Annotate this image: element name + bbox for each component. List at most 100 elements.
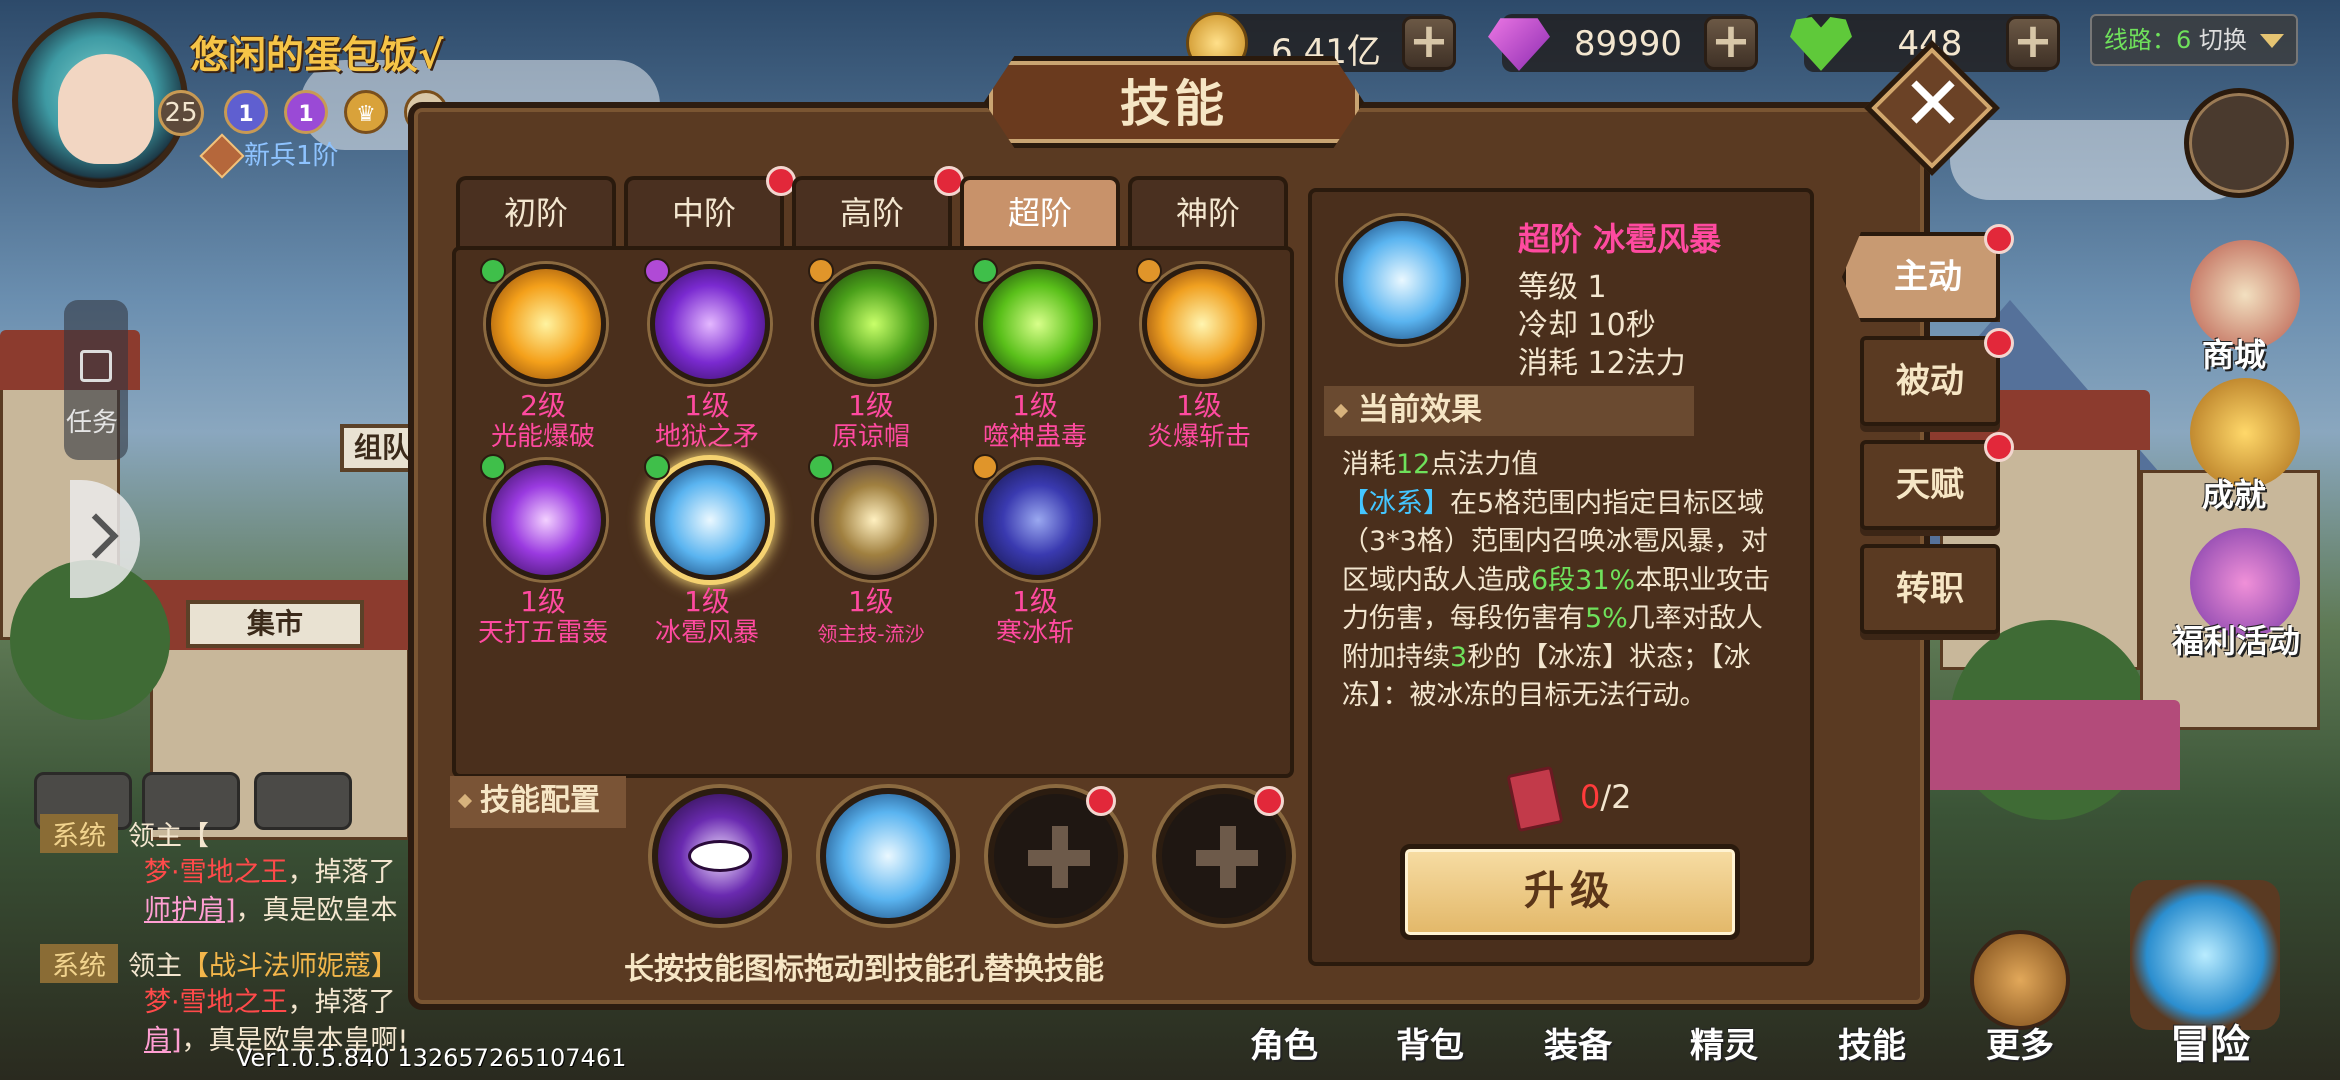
skill-item-selected[interactable]: 1级 冰雹风暴 <box>632 452 782 652</box>
skill-level: 1级 <box>848 585 894 618</box>
chat-text: ，真是欧皇本 <box>235 895 398 926</box>
skill-slot-eye[interactable] <box>652 788 788 924</box>
skill-item[interactable]: 1级 炎爆斩击 <box>1124 256 1274 456</box>
skill-dialog: 技能 ✕ 初阶 中阶 高阶 超阶 神阶 2级 光能爆破 1级 地狱之矛 1级 原… <box>408 40 2014 1010</box>
drag-hint: 长按技能图标拖动到技能孔替换技能 <box>624 952 1104 987</box>
upgrade-button[interactable]: 升级 <box>1400 844 1740 940</box>
skill-slot-ice[interactable] <box>820 788 956 924</box>
chat-line: 系统 领主【战斗法师妮蔻】 <box>40 944 398 983</box>
market-signpost[interactable]: 集市 <box>186 600 364 648</box>
grade-pip <box>480 258 506 284</box>
skill-name: 领主技-流沙 <box>817 622 925 646</box>
skill-grid: 2级 光能爆破 1级 地狱之矛 1级 原谅帽 1级 噬神蛊毒 1级 炎爆斩击 1… <box>452 246 1294 778</box>
achievement-label[interactable]: 成就 <box>2202 470 2266 516</box>
eye-icon <box>688 840 752 872</box>
more-icon[interactable] <box>1970 930 2070 1030</box>
nav-spirit[interactable]: 精灵 <box>1690 1018 1758 1067</box>
tab-tier-mid[interactable]: 中阶 <box>624 176 784 248</box>
tab-tier-god[interactable]: 神阶 <box>1128 176 1288 248</box>
book-required: /2 <box>1600 778 1632 816</box>
notification-dot <box>1086 786 1116 816</box>
skill-name: 冰雹风暴 <box>654 618 759 648</box>
dialog-title: 技能 <box>1120 75 1228 133</box>
tab-tier-high[interactable]: 高阶 <box>792 176 952 248</box>
adventure-button[interactable]: 冒险 <box>2170 1012 2250 1070</box>
task-label[interactable]: 任务 <box>66 402 118 439</box>
skill-item[interactable]: 1级 天打五雷轰 <box>468 452 618 652</box>
grade-pip <box>480 454 506 480</box>
player-rank: 新兵1阶 <box>244 141 339 171</box>
grade-pip <box>644 258 670 284</box>
skill-name: 炎爆斩击 <box>1146 422 1251 452</box>
version-label: Ver1.0.5.840 132657265107461 <box>236 1044 627 1072</box>
notification-dot <box>1984 432 2014 462</box>
chat-item-link[interactable]: 师护肩] <box>144 895 236 926</box>
quill-icon <box>80 350 112 382</box>
welfare-label[interactable]: 福利活动 <box>2172 616 2300 662</box>
effect-text: 消耗 <box>1342 449 1396 480</box>
effect-header: 当前效果 <box>1324 386 1694 436</box>
lightning-icon <box>486 460 606 580</box>
shop-label[interactable]: 商城 <box>2202 330 2266 376</box>
chat-line: 系统 领主【 <box>40 814 209 853</box>
add-gold-button[interactable]: + <box>1402 16 1456 70</box>
route-switcher[interactable]: 线路：6 切换 <box>2090 14 2298 66</box>
poison-burst-icon <box>978 264 1098 384</box>
skill-name: 光能爆破 <box>490 422 595 452</box>
element-tag: 【冰系】 <box>1342 487 1450 519</box>
player-name: 悠闲的蛋包饭√ <box>190 33 444 77</box>
tab-passive-skills[interactable]: 被动 <box>1860 336 2000 426</box>
chat-log: 系统 领主【 梦·雪地之王，掉落了 师护肩]，真是欧皇本 系统 领主【战斗法师妮蔻】… <box>0 814 420 1060</box>
chat-text: ，掉落了 <box>287 987 396 1018</box>
tab-tier-basic[interactable]: 初阶 <box>456 176 616 248</box>
gem-currency: 89990 + <box>1488 14 1758 72</box>
add-stamina-button[interactable]: + <box>2006 16 2060 70</box>
chat-line: 梦·雪地之王，掉落了 <box>144 850 396 889</box>
skill-item[interactable]: 2级 光能爆破 <box>468 256 618 456</box>
chat-line: 梦·雪地之王，掉落了 <box>144 980 396 1019</box>
skill-item[interactable]: 1级 寒冰斩 <box>960 452 1110 652</box>
grade-pip <box>972 258 998 284</box>
effect-description: 消耗12点法力值 【冰系】在5格范围内指定目标区域（3*3格）范围内召唤冰雹风暴… <box>1342 446 1788 716</box>
tab-tier-super[interactable]: 超阶 <box>960 176 1120 248</box>
ice-slash-icon <box>978 460 1098 580</box>
grade-pip <box>808 454 834 480</box>
skill-item[interactable]: 1级 原谅帽 <box>796 256 946 456</box>
nav-skill[interactable]: 技能 <box>1838 1018 1906 1067</box>
chat-boss-name: 梦·雪地之王 <box>144 987 288 1018</box>
effect-value: 3 <box>1450 641 1468 673</box>
nav-bag[interactable]: 背包 <box>1396 1018 1464 1067</box>
collapse-menu-button[interactable] <box>2184 88 2294 198</box>
skill-item[interactable]: 1级 领主技-流沙 <box>796 452 946 652</box>
chat-boss-title: 【战斗法师妮蔻】 <box>182 951 398 982</box>
add-gem-button[interactable]: + <box>1704 16 1758 70</box>
chat-item-link[interactable]: 肩] <box>144 1025 182 1056</box>
notification-dot <box>1984 224 2014 254</box>
system-tag: 系统 <box>40 814 118 853</box>
tab-class-change[interactable]: 转职 <box>1860 544 2000 634</box>
tab-talent[interactable]: 天赋 <box>1860 440 2000 530</box>
nav-character[interactable]: 角色 <box>1250 1018 1318 1067</box>
skill-item[interactable]: 1级 地狱之矛 <box>632 256 782 456</box>
grade-pip <box>1136 258 1162 284</box>
skill-name: 噬神蛊毒 <box>982 422 1087 452</box>
tab-active-skills[interactable]: 主动 <box>1842 232 2000 322</box>
notification-dot <box>1254 786 1284 816</box>
skill-item[interactable]: 1级 噬神蛊毒 <box>960 256 1110 456</box>
light-burst-icon <box>486 264 606 384</box>
skill-name: 原谅帽 <box>831 422 910 452</box>
effect-value: 5% <box>1585 603 1628 634</box>
chat-text: 领主【 <box>128 821 209 852</box>
portal-icon[interactable] <box>2130 880 2280 1030</box>
nav-equipment[interactable]: 装备 <box>1544 1018 1612 1067</box>
skill-detail-title: 超阶 冰雹风暴 <box>1518 220 1722 258</box>
skill-name: 天打五雷轰 <box>477 618 608 648</box>
skill-detail-cost: 消耗 12法力 <box>1518 346 1686 381</box>
close-icon[interactable]: ✕ <box>1902 64 1964 144</box>
grade-pip <box>972 454 998 480</box>
chat-boss-name: 梦·雪地之王 <box>144 857 288 888</box>
nav-more[interactable]: 更多 <box>1986 1018 2054 1067</box>
skill-config-label: 技能配置 <box>450 776 626 828</box>
skill-name: 地狱之矛 <box>654 422 759 452</box>
book-owned: 0 <box>1580 778 1601 816</box>
